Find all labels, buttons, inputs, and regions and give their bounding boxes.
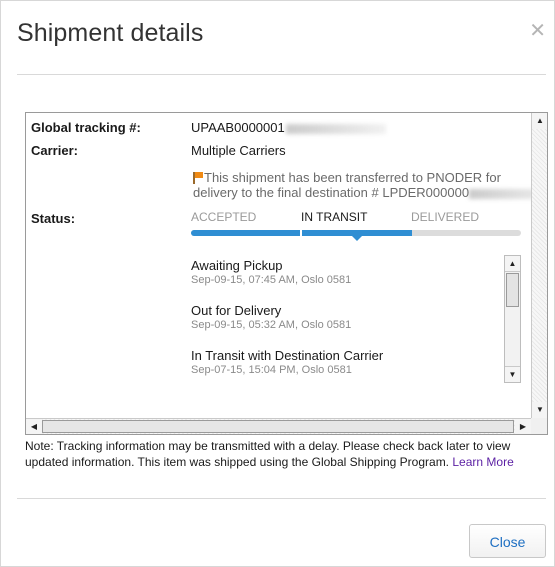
event-meta: Sep-09-15, 05:32 AM, Oslo 0581 [191,319,352,331]
transfer-notice: This shipment has been transferred to PN… [193,170,531,200]
notice-line-1: This shipment has been transferred to PN… [204,170,501,185]
events-scrollbar[interactable]: ▲ ▼ [504,255,521,383]
note-text: Note: Tracking information may be transm… [25,439,511,469]
details-content: Global tracking #: UPAAB0000001 Carrier:… [26,113,531,418]
event-meta: Sep-09-15, 07:45 AM, Oslo 0581 [191,274,352,286]
event-title: In Transit with Destination Carrier [191,348,384,363]
event-item: Awaiting Pickup Sep-09-15, 07:45 AM, Osl… [191,258,351,286]
tracking-events[interactable]: Awaiting Pickup Sep-09-15, 07:45 AM, Osl… [191,253,521,381]
step-in-transit: IN TRANSIT [301,210,368,224]
scroll-corner [531,418,547,434]
current-step-pointer [352,236,362,241]
event-item: Out for Delivery Sep-09-15, 05:32 AM, Os… [191,303,351,331]
status-label: Status: [31,211,76,226]
panel-horizontal-scrollbar[interactable]: ◀ ▶ [26,418,531,434]
divider-top [17,74,546,75]
panel-hscroll-thumb[interactable] [42,420,514,433]
tracking-note: Note: Tracking information may be transm… [25,438,540,470]
carrier-value: Multiple Carriers [191,143,286,158]
panel-scroll-right-icon[interactable]: ▶ [515,419,531,434]
carrier-label: Carrier: [31,143,78,158]
tracking-value: UPAAB0000001 [191,120,386,135]
step-accepted: ACCEPTED [191,210,257,224]
step-delivered: DELIVERED [411,210,480,224]
panel-scroll-left-icon[interactable]: ◀ [26,419,42,434]
tracking-number: UPAAB0000001 [191,120,285,135]
learn-more-link[interactable]: Learn More [452,455,513,469]
divider-bottom [17,498,546,499]
progress-divider [300,230,302,236]
event-item: In Transit with Destination Carrier Sep-… [191,348,383,376]
event-title: Out for Delivery [191,303,282,318]
events-scroll-thumb[interactable] [506,273,519,307]
event-title: Awaiting Pickup [191,258,283,273]
events-scroll-down-icon[interactable]: ▼ [505,366,520,382]
event-meta: Sep-07-15, 15:04 PM, Oslo 0581 [191,364,352,376]
panel-scroll-up-icon[interactable]: ▲ [532,113,547,129]
panel-vertical-scrollbar[interactable]: ▲ ▼ [531,113,547,418]
flag-icon [193,172,203,184]
redacted-destination [469,188,531,199]
events-scroll-up-icon[interactable]: ▲ [505,256,520,272]
details-panel: Global tracking #: UPAAB0000001 Carrier:… [25,112,548,435]
close-button[interactable]: Close [469,524,546,558]
shipment-details-dialog: Shipment details ✕ Global tracking #: UP… [0,0,555,567]
tracking-label: Global tracking #: [31,120,141,135]
dialog-title: Shipment details [17,19,204,47]
redacted-tracking [285,123,386,134]
notice-line-2: delivery to the final destination # LPDE… [193,185,470,200]
close-icon[interactable]: ✕ [529,21,546,41]
panel-scroll-down-icon[interactable]: ▼ [532,402,547,418]
